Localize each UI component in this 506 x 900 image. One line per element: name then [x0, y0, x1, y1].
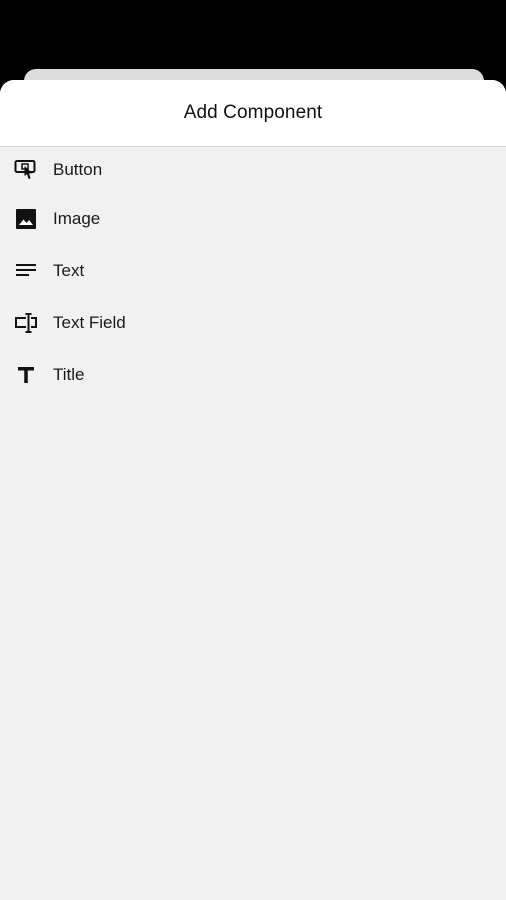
- add-component-sheet: Add Component Button Image Text Text Fie…: [0, 80, 506, 900]
- image-icon: [14, 207, 38, 231]
- component-item-button[interactable]: Button: [0, 147, 506, 193]
- screen: Add Component Button Image Text Text Fie…: [0, 0, 506, 900]
- sheet-title: Add Component: [183, 102, 323, 123]
- component-label: Image: [53, 209, 101, 228]
- title-icon: [14, 363, 38, 387]
- component-label: Title: [53, 365, 85, 384]
- component-label: Text Field: [53, 313, 126, 332]
- component-item-text-field[interactable]: Text Field: [0, 297, 506, 349]
- sheet-header: Add Component: [0, 80, 506, 147]
- component-list: Button Image Text Text Field Title: [0, 147, 506, 401]
- text-lines-icon: [14, 259, 38, 283]
- component-label: Button: [53, 160, 103, 179]
- component-item-title[interactable]: Title: [0, 349, 506, 401]
- touch-button-icon: [14, 158, 38, 182]
- component-item-text[interactable]: Text: [0, 245, 506, 297]
- component-item-image[interactable]: Image: [0, 193, 506, 245]
- component-label: Text: [53, 261, 85, 280]
- text-field-icon: [14, 311, 38, 335]
